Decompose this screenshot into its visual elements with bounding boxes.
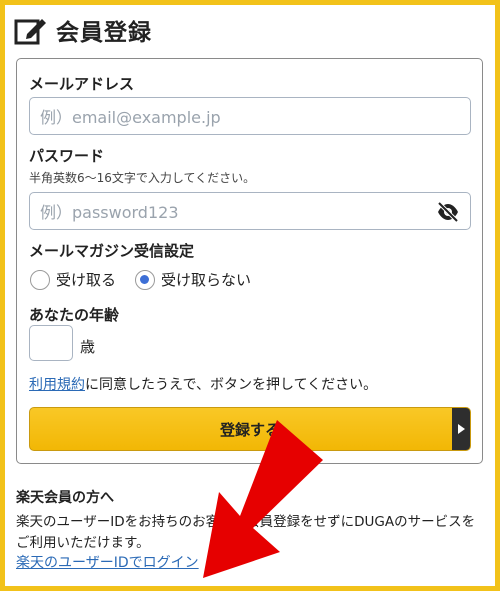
newsletter-label: メールマガジン受信設定 bbox=[29, 242, 195, 260]
terms-text: に同意したうえで、ボタンを押してください。 bbox=[85, 377, 378, 393]
email-label: メールアドレス bbox=[29, 75, 135, 93]
header: 会員登録 bbox=[14, 12, 152, 48]
rakuten-login-link[interactable]: 楽天のユーザーIDでログイン bbox=[16, 552, 199, 572]
age-label: あなたの年齢 bbox=[29, 306, 120, 324]
rakuten-heading: 楽天会員の方へ bbox=[16, 490, 114, 506]
password-hint: 半角英数6〜16文字で入力してください。 bbox=[29, 171, 256, 185]
newsletter-option-receive[interactable]: 受け取る bbox=[30, 269, 116, 290]
terms-link[interactable]: 利用規約 bbox=[29, 377, 85, 393]
page-title: 会員登録 bbox=[56, 20, 152, 46]
red-arrow-icon bbox=[203, 420, 323, 578]
radio-decline[interactable] bbox=[135, 269, 155, 290]
radio-receive[interactable] bbox=[30, 269, 50, 290]
eye-off-icon[interactable] bbox=[436, 200, 460, 224]
newsletter-option-decline[interactable]: 受け取らない bbox=[135, 269, 251, 290]
password-placeholder: 例）password123 bbox=[40, 203, 179, 222]
terms-notice: 利用規約に同意したうえで、ボタンを押してください。 bbox=[29, 374, 377, 394]
age-field[interactable] bbox=[29, 325, 73, 361]
edit-icon bbox=[14, 19, 46, 45]
radio-decline-label: 受け取らない bbox=[161, 271, 252, 289]
email-field[interactable]: 例）email@example.jp bbox=[29, 97, 471, 135]
chevron-right-icon bbox=[452, 408, 470, 450]
email-placeholder: 例）email@example.jp bbox=[40, 108, 221, 127]
password-field[interactable]: 例）password123 bbox=[29, 192, 471, 230]
password-label: パスワード bbox=[29, 147, 105, 165]
age-unit: 歳 bbox=[80, 338, 96, 356]
radio-receive-label: 受け取る bbox=[56, 271, 117, 289]
